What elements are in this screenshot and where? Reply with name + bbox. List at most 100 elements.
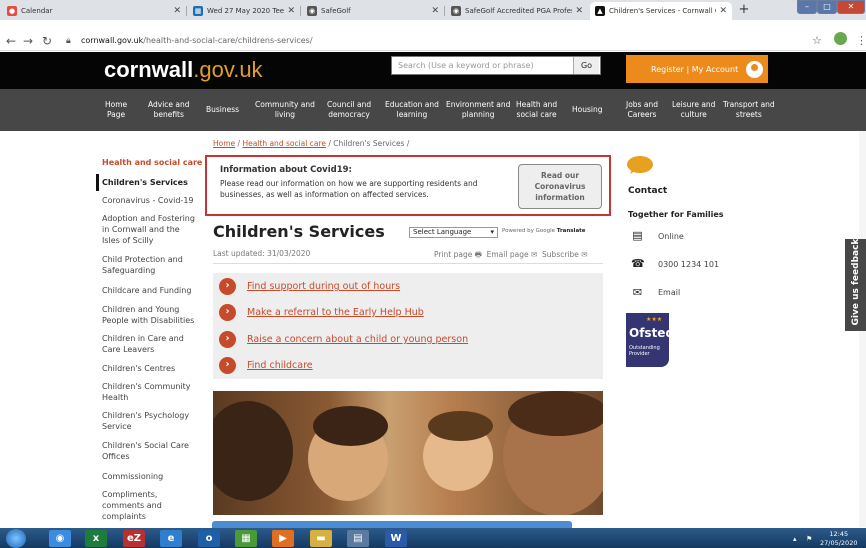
link-early-help-hub[interactable]: › Make a referral to the Early Help Hub: [219, 304, 424, 321]
forward-icon[interactable]: →: [23, 34, 33, 48]
maximize-icon[interactable]: □: [817, 0, 837, 14]
divider: [213, 263, 603, 264]
nav-business[interactable]: Business: [206, 105, 239, 115]
ie-taskbar-icon[interactable]: e: [160, 530, 182, 547]
close-icon[interactable]: ✕: [431, 6, 439, 16]
sidebar-item-social-care-offices[interactable]: Children's Social Care Offices: [102, 440, 189, 462]
alert-body: Please read our information on how we ar…: [220, 179, 478, 199]
tab-childrens-services[interactable]: ▲ Children's Services - Cornwall Co ✕: [590, 2, 732, 20]
coronavirus-info-button[interactable]: Read our Coronavirus information: [518, 164, 602, 209]
window-taskbar-icon[interactable]: ▤: [347, 530, 369, 547]
account-button[interactable]: Register | My Account: [626, 55, 768, 83]
sidebar-item-childcare[interactable]: Childcare and Funding: [102, 285, 191, 296]
tab-calendar[interactable]: ● Calendar ✕: [2, 2, 186, 20]
email-icon: ✉︎: [530, 250, 538, 259]
link-raise-concern[interactable]: › Raise a concern about a child or young …: [219, 331, 468, 348]
back-icon[interactable]: ←: [6, 34, 16, 48]
contact-email[interactable]: Email: [658, 288, 680, 297]
tray-arrow-icon[interactable]: ▴: [793, 535, 797, 543]
breadcrumb-health[interactable]: Health and social care: [242, 139, 326, 148]
page-title: Children's Services: [213, 222, 385, 241]
close-window-icon[interactable]: ✕: [837, 0, 865, 14]
sidebar-item-complaints[interactable]: Compliments, comments and complaints: [102, 489, 162, 522]
sidebar-item-childrens-centres[interactable]: Children's Centres: [102, 363, 175, 374]
sidebar-item-commissioning[interactable]: Commissioning: [102, 471, 163, 482]
sidebar-item-community-health[interactable]: Children's Community Health: [102, 381, 191, 403]
sidebar-item-disabilities[interactable]: Children and Young People with Disabiliti…: [102, 304, 194, 326]
word-taskbar-icon[interactable]: W: [385, 530, 407, 547]
start-button[interactable]: [6, 529, 26, 548]
chrome-taskbar-icon[interactable]: ◉: [49, 530, 71, 547]
online-icon: ▤: [632, 229, 643, 242]
nav-education[interactable]: Education and learning: [385, 100, 439, 120]
media-taskbar-icon[interactable]: ▶: [272, 530, 294, 547]
url-input[interactable]: cornwall.gov.uk/health-and-social-care/c…: [81, 36, 313, 45]
chevron-right-icon: ›: [219, 304, 236, 321]
print-page-link[interactable]: Print page 🖶︎: [434, 250, 482, 259]
menu-icon[interactable]: ⋮: [856, 34, 866, 47]
nav-health[interactable]: Health and social care: [516, 100, 557, 120]
ofsted-badge: ★★★ Ofsted Outstanding Provider: [626, 313, 674, 367]
feedback-tab[interactable]: Give us feedback: [845, 239, 866, 331]
sidebar-heading[interactable]: Health and social care: [102, 158, 202, 167]
nav-environment[interactable]: Environment and planning: [446, 100, 510, 120]
sidebar-item-coronavirus[interactable]: Coronavirus - Covid-19: [102, 195, 194, 206]
link-out-of-hours[interactable]: › Find support during out of hours: [219, 278, 400, 295]
minimize-icon[interactable]: –: [797, 0, 817, 14]
contact-phone[interactable]: 0300 1234 101: [658, 260, 719, 269]
email-page-link[interactable]: Email page ✉︎: [487, 250, 538, 259]
speech-bubble-icon: [627, 156, 653, 173]
nav-advice-benefits[interactable]: Advice and benefits: [148, 100, 190, 120]
close-icon[interactable]: ✕: [287, 6, 295, 16]
explorer-taskbar-icon[interactable]: ▬: [310, 530, 332, 547]
close-icon[interactable]: ✕: [575, 6, 583, 16]
nav-transport[interactable]: Transport and streets: [723, 100, 775, 120]
subscribe-link[interactable]: Subscribe ✉︎: [542, 250, 588, 259]
sidebar-item-childrens-services[interactable]: Children's Services: [102, 177, 188, 188]
ez-taskbar-icon[interactable]: eZ: [123, 530, 145, 547]
nav-leisure[interactable]: Leisure and culture: [672, 100, 715, 120]
tab-tee-booking[interactable]: ▦ Wed 27 May 2020 Tee Booking S ✕: [188, 2, 300, 20]
bookmark-star-icon[interactable]: ☆: [812, 34, 822, 47]
app-taskbar-icon[interactable]: ▦: [235, 530, 257, 547]
nav-council[interactable]: Council and democracy: [327, 100, 371, 120]
reload-icon[interactable]: ↻: [42, 34, 52, 48]
search-input[interactable]: Search (Use a keyword or phrase): [391, 56, 601, 75]
flag-icon[interactable]: ⚑: [806, 535, 812, 543]
link-find-childcare[interactable]: › Find childcare: [219, 357, 313, 374]
breadcrumb-home[interactable]: Home: [213, 139, 235, 148]
cornwall-icon: ▲: [595, 6, 605, 16]
chevron-right-icon: ›: [219, 278, 236, 295]
sidebar-item-children-in-care[interactable]: Children in Care and Care Leavers: [102, 333, 184, 355]
sidebar-item-psychology[interactable]: Children's Psychology Service: [102, 410, 189, 432]
excel-taskbar-icon[interactable]: x: [85, 530, 107, 547]
sidebar-item-adoption[interactable]: Adoption and Fostering in Cornwall and th…: [102, 213, 195, 246]
tab-safegolf[interactable]: ◉ SafeGolf ✕: [302, 2, 444, 20]
nav-jobs[interactable]: Jobs and Careers: [626, 100, 658, 120]
nav-community[interactable]: Community and living: [255, 100, 315, 120]
close-icon[interactable]: ✕: [719, 6, 727, 16]
phone-icon: ☎: [631, 257, 645, 270]
close-icon[interactable]: ✕: [173, 6, 181, 16]
search-go-button[interactable]: Go: [573, 57, 599, 74]
sidebar-item-child-protection[interactable]: Child Protection and Safeguarding: [102, 254, 183, 276]
children-photo: [213, 391, 603, 515]
nav-housing[interactable]: Housing: [572, 105, 603, 115]
language-select[interactable]: Select Language ▾: [409, 227, 498, 238]
google-translate-credit[interactable]: Powered by Google Translate: [502, 228, 586, 234]
globe-icon: ◉: [307, 6, 317, 16]
clock[interactable]: 12:45 27/05/2020: [820, 530, 857, 548]
last-updated: Last updated: 31/03/2020: [213, 249, 311, 258]
booking-icon: ▦: [193, 6, 203, 16]
tab-safegolf-pga[interactable]: ◉ SafeGolf Accredited PGA Profess ✕: [446, 2, 588, 20]
sidebar-active-marker: [96, 174, 99, 191]
outlook-taskbar-icon[interactable]: o: [198, 530, 220, 547]
stars-icon: ★★★: [646, 316, 663, 323]
nav-home[interactable]: Home Page: [105, 100, 127, 120]
contact-org: Together for Families: [628, 210, 724, 219]
lock-icon: 🔒︎: [66, 36, 71, 46]
site-logo[interactable]: cornwall.gov.uk: [104, 57, 263, 83]
extension-icon[interactable]: [834, 32, 847, 45]
contact-online[interactable]: Online: [658, 232, 684, 241]
new-tab-button[interactable]: +: [736, 3, 752, 17]
